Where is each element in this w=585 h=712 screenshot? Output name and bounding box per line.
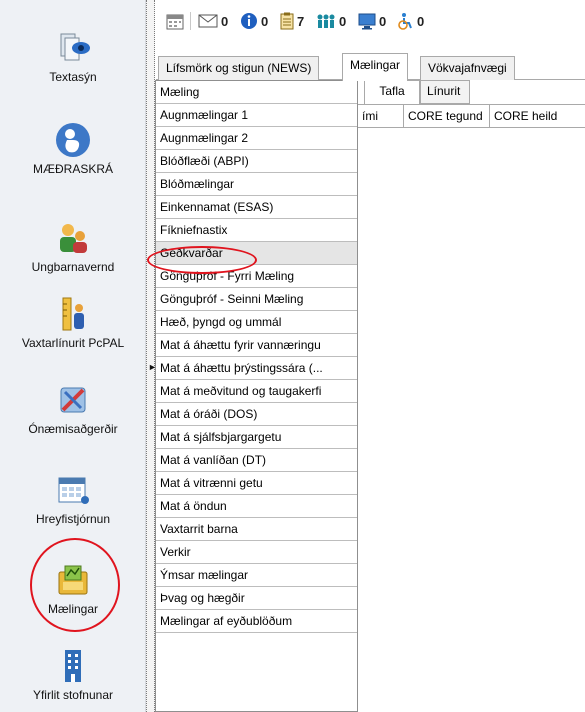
list-item[interactable]: Blóðflæði (ABPI) (156, 150, 357, 173)
pregnancy-icon (56, 123, 90, 157)
info-count: 0 (261, 13, 269, 29)
list-item[interactable]: Fíkniefnastix (156, 219, 357, 242)
monitor-count: 0 (379, 13, 387, 29)
nav-item-hreyfistjornun[interactable]: Hreyfistjórnun (0, 472, 146, 526)
list-item[interactable]: Einkennamat (ESAS) (156, 196, 357, 219)
list-item[interactable]: Mat á meðvitund og taugakerfi (156, 380, 357, 403)
list-header[interactable]: Mæling (156, 81, 357, 104)
tab-lifsmork[interactable]: Lífsmörk og stigun (NEWS) (158, 56, 320, 80)
tab-vokvajafnvaegi[interactable]: Vökvajafnvægi (420, 56, 515, 80)
clipboard-count: 7 (297, 13, 305, 29)
list-item[interactable]: Mælingar af eyðublöðum (156, 610, 357, 633)
list-item[interactable]: Mat á áhættu fyrir vannæringu (156, 334, 357, 357)
list-item[interactable]: Gönguþróf - Seinni Mæling (156, 288, 357, 311)
mail-icon (198, 14, 218, 28)
panel-splitter[interactable] (146, 0, 155, 712)
growth-ruler-icon (62, 297, 84, 331)
nav-label: Hreyfistjórnun (35, 512, 111, 526)
nav-item-textasyn[interactable]: Textasýn (0, 30, 146, 84)
calendar-icon (166, 14, 184, 30)
parent-child-icon (60, 224, 87, 253)
view-tabs: Tafla Línurit (358, 80, 585, 105)
list-item[interactable]: Augnmælingar 2 (156, 127, 357, 150)
eye-document-icon (60, 33, 90, 61)
calendar-grid-icon (58, 477, 89, 504)
column-header[interactable]: CORE heild (490, 105, 585, 128)
mail-count: 0 (221, 13, 229, 29)
people-icon (317, 14, 335, 28)
nav-item-yfirlit-stofnunar[interactable]: Yfirlit stofnunar (0, 648, 146, 702)
highlight-circle-maelingar (30, 538, 120, 632)
left-navigation: Textasýn MÆÐRASKRÁ Ungbarnavernd Vaxtarl (0, 0, 146, 712)
nav-label: Vaxtarlínurit PcPAL (21, 336, 125, 350)
nav-item-onaemisadgerdir[interactable]: Ónæmisaðgerðir (0, 382, 146, 436)
grid-header: ími CORE tegund CORE heild (358, 104, 585, 128)
tab-linurit[interactable]: Línurit (420, 80, 470, 104)
nav-item-ungbarnavernd[interactable]: Ungbarnavernd (0, 220, 146, 274)
toolbar-wheelchair[interactable]: 0 (396, 10, 424, 32)
building-icon (65, 650, 81, 682)
wheelchair-count: 0 (417, 13, 425, 29)
tab-maelingar[interactable]: Mælingar (342, 53, 409, 81)
toolbar-monitor[interactable]: 0 (358, 10, 386, 32)
nav-label: Textasýn (49, 70, 97, 84)
nav-label: MÆÐRASKRÁ (32, 162, 113, 176)
tab-bar: Lífsmörk og stigun (NEWS) Mælingar Vökva… (156, 52, 585, 81)
list-item[interactable]: Mat á vanlíðan (DT) (156, 449, 357, 472)
nav-item-vaxtarlinurit[interactable]: Vaxtarlínurit PcPAL (0, 296, 146, 350)
syringe-icon (60, 387, 86, 413)
list-item[interactable]: Ýmsar mælingar (156, 564, 357, 587)
people-count: 0 (339, 13, 347, 29)
clipboard-icon (280, 12, 294, 30)
list-item[interactable]: Mat á sjálfsbjargargetu (156, 426, 357, 449)
list-item[interactable]: Vaxtarrit barna (156, 518, 357, 541)
grid-body (358, 128, 585, 712)
toolbar-clipboard[interactable]: 7 (280, 10, 304, 32)
toolbar-calendar[interactable] (166, 10, 184, 32)
list-item[interactable]: Mat á óráði (DOS) (156, 403, 357, 426)
nav-label: Ónæmisaðgerðir (28, 422, 118, 436)
list-item[interactable]: Hæð, þyngd og ummál (156, 311, 357, 334)
toolbar-separator (190, 12, 191, 30)
list-item[interactable]: Verkir (156, 541, 357, 564)
list-item[interactable]: Blóðmælingar (156, 173, 357, 196)
toolbar-people[interactable]: 0 (316, 10, 346, 32)
list-item[interactable]: Mat á öndun (156, 495, 357, 518)
monitor-icon (358, 13, 376, 30)
wheelchair-icon (398, 13, 412, 30)
highlight-circle-gedkvardar (147, 246, 257, 274)
tab-tafla[interactable]: Tafla (364, 80, 420, 105)
list-item[interactable]: Mat á áhættu þrýstingssára (... (156, 357, 357, 380)
list-item[interactable]: Þvag og hægðir (156, 587, 357, 610)
nav-label: Ungbarnavernd (31, 260, 115, 274)
toolbar-info[interactable]: 0 (240, 10, 268, 32)
list-item[interactable]: Mat á vitrænni getu (156, 472, 357, 495)
toolbar-mail[interactable]: 0 (198, 10, 228, 32)
list-item[interactable]: Augnmælingar 1 (156, 104, 357, 127)
column-header[interactable]: CORE tegund (404, 105, 490, 128)
nav-label: Yfirlit stofnunar (32, 688, 114, 702)
column-header[interactable]: ími (358, 105, 404, 128)
measurement-list: Mæling Augnmælingar 1 Augnmælingar 2 Bló… (155, 80, 358, 712)
info-icon (241, 13, 257, 29)
top-toolbar: 0 0 7 0 0 0 (156, 0, 585, 46)
nav-item-maedraskra[interactable]: MÆÐRASKRÁ (0, 122, 146, 176)
